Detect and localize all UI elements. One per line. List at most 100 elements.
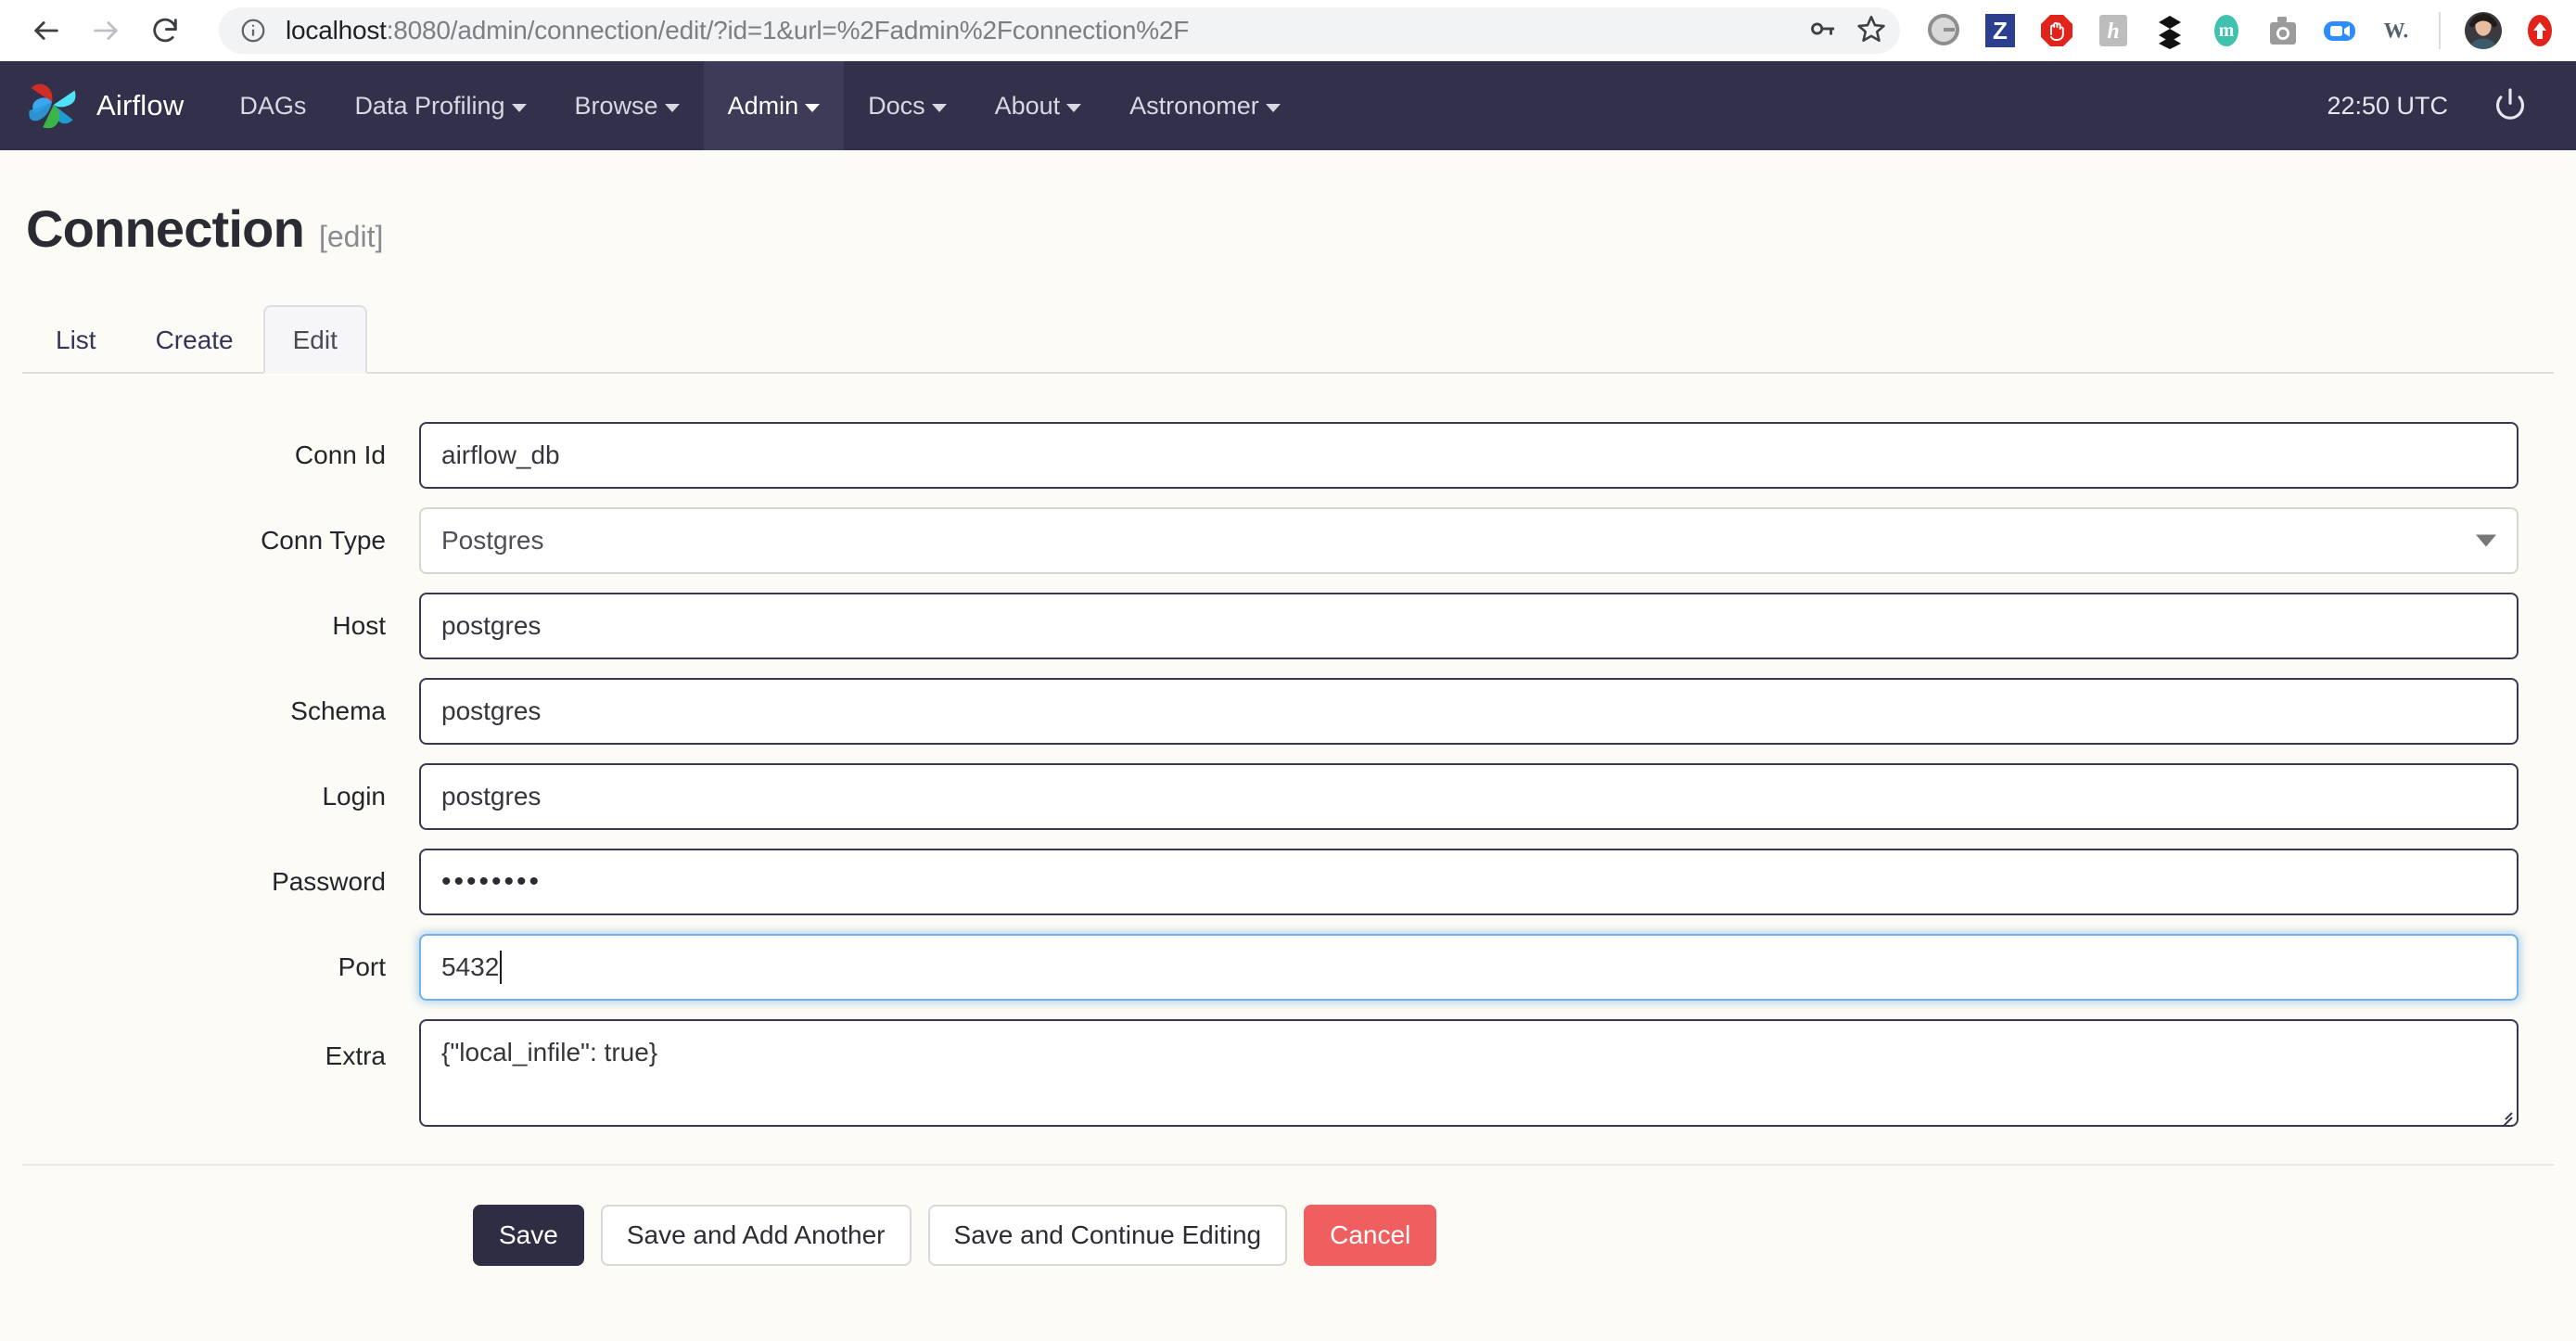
reload-icon [149,15,181,46]
tab-list[interactable]: List [26,305,126,374]
form-row-conn-type: Conn Type Postgres [22,507,2554,574]
nav-item-label: Admin [728,92,799,121]
chevron-down-icon [1066,104,1081,112]
nav-item-docs[interactable]: Docs [844,61,971,150]
browser-toolbar: localhost:8080/admin/connection/edit/?id… [0,0,2576,61]
form-actions: Save Save and Add Another Save and Conti… [22,1166,2554,1266]
nav-item-data-profiling[interactable]: Data Profiling [330,61,550,150]
nav-item-label: Browse [575,92,658,121]
nav-item-about[interactable]: About [971,61,1106,150]
login-input[interactable]: postgres [419,763,2519,830]
nav-item-dags[interactable]: DAGs [215,61,330,150]
page-header: Connection [edit] [22,150,2554,259]
airflow-pinwheel-logo [26,77,80,135]
back-arrow-icon [31,15,62,46]
url-text: localhost:8080/admin/connection/edit/?id… [286,16,1189,45]
nav-item-astronomer[interactable]: Astronomer [1105,61,1305,150]
form-row-port: Port 5432 [22,934,2554,1001]
brand-home-link[interactable]: Airflow [0,61,215,150]
conn-type-label: Conn Type [22,526,419,556]
svg-text:W.: W. [2384,19,2408,42]
save-and-add-another-button[interactable]: Save and Add Another [601,1205,912,1266]
save-button-label: Save [499,1220,558,1250]
extra-textarea[interactable]: {"local_infile": true} [419,1019,2519,1127]
avatar[interactable] [2464,11,2503,50]
tab-label: Edit [293,326,338,354]
form-row-host: Host postgres [22,593,2554,659]
form-row-schema: Schema postgres [22,678,2554,745]
nav-item-label: DAGs [239,92,306,121]
password-key-icon[interactable] [1807,13,1839,49]
save-and-continue-editing-button[interactable]: Save and Continue Editing [928,1205,1288,1266]
zotero-extension-icon[interactable]: Z [1981,11,2020,50]
nav-items: DAGs Data Profiling Browse Admin Docs Ab… [215,61,1304,150]
conn-type-select[interactable]: Postgres [419,507,2519,574]
host-value: postgres [441,611,541,641]
nav-item-label: Data Profiling [354,92,504,121]
tab-bar: List Create Edit [22,303,2554,374]
chevron-down-icon [1266,104,1281,112]
url-host: localhost [286,16,387,45]
form-row-login: Login postgres [22,763,2554,830]
svg-text:Z: Z [1993,17,2008,45]
tab-label: Create [156,326,234,354]
nav-item-label: Astronomer [1129,92,1259,121]
port-input[interactable]: 5432 [419,934,2519,1001]
login-value: postgres [441,782,541,811]
host-input[interactable]: postgres [419,593,2519,659]
nav-item-admin[interactable]: Admin [704,61,845,150]
chevron-down-icon [512,104,527,112]
navbar-right: 22:50 UTC [2327,61,2576,150]
password-value: •••••••• [441,866,542,898]
tab-create[interactable]: Create [126,305,263,374]
schema-value: postgres [441,696,541,726]
layers-extension-icon[interactable] [2150,11,2189,50]
toolbar-divider [2439,12,2441,49]
chevron-down-icon [932,104,947,112]
bookmark-star-icon[interactable] [1855,13,1887,49]
schema-input[interactable]: postgres [419,678,2519,745]
nav-item-browse[interactable]: Browse [551,61,704,150]
form-row-extra: Extra {"local_infile": true} [22,1019,2554,1127]
site-info-icon[interactable] [239,17,267,45]
text-caret [500,951,502,984]
chevron-down-icon [805,104,820,112]
address-bar[interactable]: localhost:8080/admin/connection/edit/?id… [219,7,1900,54]
conn-type-value: Postgres [441,526,544,556]
forward-button[interactable] [76,1,135,60]
chevron-down-icon [2476,535,2496,547]
screenshot-extension-icon[interactable] [2264,11,2302,50]
back-button[interactable] [17,1,76,60]
conn-id-input[interactable]: airflow_db [419,422,2519,489]
extra-value: {"local_infile": true} [441,1038,657,1067]
mercury-extension-icon[interactable]: m [2207,11,2246,50]
page-title: Connection [26,198,304,259]
conn-id-label: Conn Id [22,441,419,470]
connection-edit-form: Conn Id airflow_db Conn Type Postgres Ho… [22,422,2554,1266]
tab-edit[interactable]: Edit [263,305,367,374]
hypothesis-extension-icon[interactable]: h [2094,11,2133,50]
conn-id-value: airflow_db [441,441,560,470]
zoom-extension-icon[interactable] [2320,11,2359,50]
tab-label: List [56,326,96,354]
wikipedia-extension-icon[interactable]: W. [2377,11,2416,50]
schema-label: Schema [22,696,419,726]
brand-name: Airflow [96,89,184,122]
update-badge-icon[interactable] [2520,11,2559,50]
grammarly-extension-icon[interactable] [1924,11,1963,50]
svg-text:m: m [2219,20,2235,41]
form-row-password: Password •••••••• [22,849,2554,915]
power-logout-icon[interactable] [2493,86,2528,126]
password-input[interactable]: •••••••• [419,849,2519,915]
page-content: Connection [edit] List Create Edit Conn … [0,150,2576,1266]
host-label: Host [22,611,419,641]
save-and-add-another-label: Save and Add Another [627,1220,886,1250]
adblock-extension-icon[interactable] [2037,11,2076,50]
port-label: Port [22,952,419,982]
cancel-button[interactable]: Cancel [1304,1205,1436,1266]
save-and-continue-editing-label: Save and Continue Editing [954,1220,1262,1250]
extensions-tray: Z h m W. [1900,11,2559,50]
resize-handle-icon[interactable] [2495,1105,2512,1121]
save-button[interactable]: Save [473,1205,584,1266]
reload-button[interactable] [135,1,195,60]
